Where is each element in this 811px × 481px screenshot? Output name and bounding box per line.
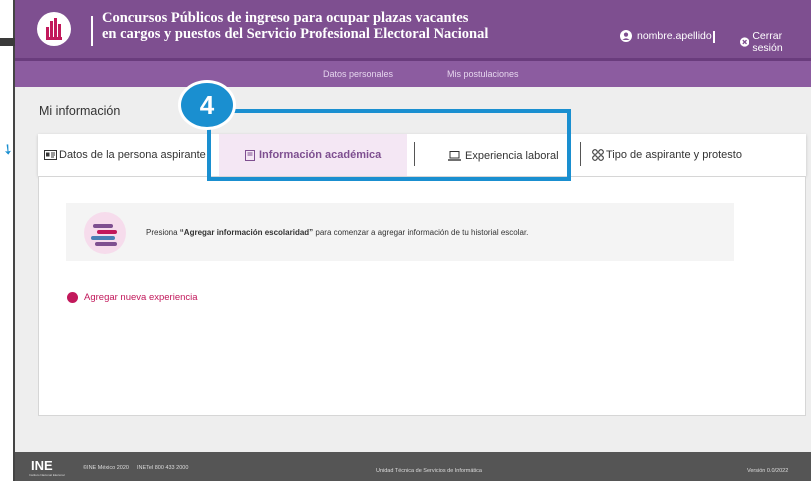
footer: INE Instituto Nacional Electoral ©INE Mé… xyxy=(15,452,811,481)
page-title: Concursos Públicos de ingreso para ocupa… xyxy=(102,10,488,42)
add-circle-icon xyxy=(67,292,78,303)
user-icon xyxy=(620,30,632,42)
app-header: Concursos Públicos de ingreso para ocupa… xyxy=(15,0,811,61)
footer-version: Versión 0.0/2022 xyxy=(747,468,789,474)
nav-item-mis-postulaciones[interactable]: Mis postulaciones xyxy=(447,69,519,79)
notice-bold: “Agregar información escolaridad” xyxy=(179,228,314,237)
notice-text: Presiona “Agregar información escolarida… xyxy=(146,228,528,237)
logout-label: Cerrar sesión xyxy=(752,30,783,54)
tab-datos-aspirante[interactable]: Datos de la persona aspirante xyxy=(44,134,206,176)
id-card-icon xyxy=(44,150,57,160)
footer-copyright: ©INE México 2020 xyxy=(83,465,129,471)
footer-phone: INETel 800 433 2000 xyxy=(137,465,189,471)
user-menu[interactable]: nombre.apellido xyxy=(620,30,712,42)
user-divider xyxy=(713,31,715,43)
header-divider xyxy=(91,16,93,46)
notice-suffix: para comenzar a agregar información de t… xyxy=(313,228,529,237)
username-label: nombre.apellido xyxy=(637,30,712,42)
ine-logo xyxy=(37,12,71,46)
top-nav: Datos personales Mis postulaciones xyxy=(15,61,811,87)
empty-state-notice: Presiona “Agregar información escolarida… xyxy=(66,203,734,261)
add-experience-link[interactable]: Agregar nueva experiencia xyxy=(67,292,198,303)
logout-button[interactable]: Cerrar sesión xyxy=(740,30,811,54)
section-title: Mi información xyxy=(39,104,121,118)
tab-label: Datos de la persona aspirante xyxy=(59,149,206,161)
step-highlight-box xyxy=(207,109,571,181)
outer-strip xyxy=(0,38,15,46)
notice-prefix: Presiona xyxy=(146,228,180,237)
title-line-1: Concursos Públicos de ingreso para ocupa… xyxy=(102,10,469,26)
users-icon xyxy=(592,149,604,161)
tab-divider xyxy=(580,142,581,166)
books-icon xyxy=(84,212,126,254)
footer-ine-logo: INE xyxy=(31,458,53,473)
nav-item-datos-personales[interactable]: Datos personales xyxy=(323,69,393,79)
footer-unit: Unidad Técnica de Servicios de Informáti… xyxy=(376,468,482,474)
tab-label: Tipo de aspirante y protesto xyxy=(606,149,742,161)
add-link-label: Agregar nueva experiencia xyxy=(84,292,198,303)
footer-logo-sub: Instituto Nacional Electoral xyxy=(29,473,65,477)
close-circle-icon xyxy=(740,37,750,47)
title-line-2: en cargos y puestos del Servicio Profesi… xyxy=(102,26,489,42)
tab-tipo-aspirante[interactable]: Tipo de aspirante y protesto xyxy=(591,134,742,176)
step-badge: 4 xyxy=(178,80,236,130)
